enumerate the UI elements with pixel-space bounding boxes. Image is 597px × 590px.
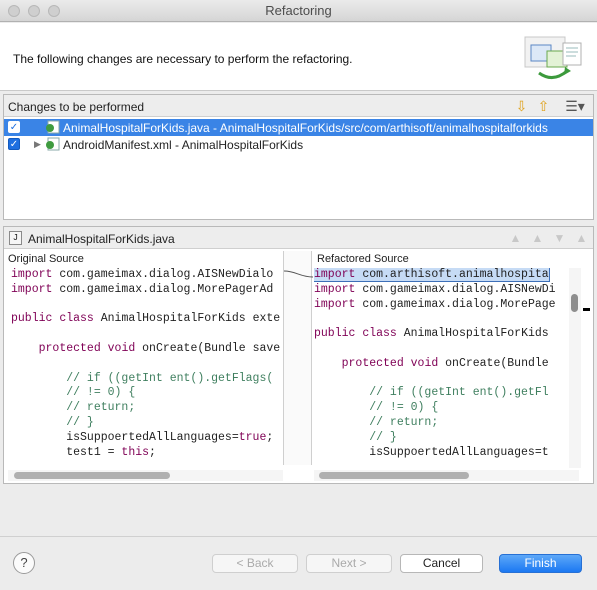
code-line: import com.gameimax.dialog.MorePage [314,297,556,311]
refactored-source-pane[interactable]: import com.arthisoft.animalhospita import… [314,268,568,468]
refactored-source-label: Refactored Source [317,253,409,265]
filter-changes-menu-icon[interactable]: ☰▾ [561,98,589,114]
compare-header: J AnimalHospitalForKids.java ▲ ▲ ▼ ▲ [4,227,593,249]
zoom-window-button[interactable] [48,5,60,17]
finish-button[interactable]: Finish [499,554,582,573]
help-button[interactable]: ? [13,552,35,574]
java-source-file-icon: J [9,231,22,245]
original-source-pane[interactable]: import com.gameimax.dialog.AISNewDialo im… [11,268,283,468]
code-line: public class AnimalHospitalForKids exte [11,312,281,326]
scroll-thumb[interactable] [14,472,170,479]
original-source-label: Original Source [8,253,84,265]
code-line: // return; [11,401,136,415]
close-window-button[interactable] [8,5,20,17]
change-connector-line [284,270,313,278]
copy-current-change-icon: ▲ [531,231,544,245]
change-item-label: AndroidManifest.xml - AnimalHospitalForK… [63,138,304,152]
code-line: protected void onCreate(Bundle [341,356,549,370]
code-line: test1 = this; [11,445,156,459]
code-line: // if ((getInt ent().getFl [314,386,549,400]
java-file-icon [46,120,60,134]
next-button[interactable]: Next > [306,554,392,573]
code-line: public class AnimalHospitalForKids [314,327,549,341]
code-line: isSuppoertedAllLanguages=t [314,445,549,459]
compare-file-name: AnimalHospitalForKids.java [28,232,175,246]
previous-difference-icon: ▲ [575,231,588,245]
change-item-checkbox[interactable]: ✓ [8,138,20,150]
refactoring-wizard-icon [524,36,582,79]
xml-file-icon [46,137,60,151]
change-item-java-file[interactable]: ✓ AnimalHospitalForKids.java - AnimalHos… [4,119,593,136]
back-button[interactable]: < Back [212,554,298,573]
changes-heading: Changes to be performed [8,100,145,114]
code-line: import com.arthisoft.animalhospita [314,268,550,282]
code-line: // } [314,430,397,444]
wizard-message: The following changes are necessary to p… [13,52,353,66]
code-line: // != 0) { [314,401,439,415]
change-item-checkbox[interactable]: ✓ [8,121,20,133]
scroll-thumb[interactable] [571,294,578,312]
scroll-thumb[interactable] [319,472,469,479]
wizard-header: The following changes are necessary to p… [0,23,597,91]
original-horizontal-scrollbar[interactable] [8,470,283,481]
window-title: Refactoring [265,3,332,18]
next-change-arrow-down-icon[interactable]: ⇩ [513,98,530,114]
code-line: // if ((getInt ent().getFlags( [11,371,274,385]
code-line: // } [11,415,94,429]
refactored-vertical-scrollbar[interactable] [569,268,581,468]
title-bar: Refactoring [0,0,597,22]
copy-all-left-icon: ▲ [509,231,522,245]
previous-change-arrow-up-icon[interactable]: ⇧ [535,98,552,114]
code-line: import com.gameimax.dialog.MorePagerAd [11,282,274,296]
cancel-button[interactable]: Cancel [400,554,483,573]
code-line: // != 0) { [11,386,136,400]
refactored-horizontal-scrollbar[interactable] [314,470,579,481]
button-bar-separator [0,536,597,537]
changes-panel-header: Changes to be performed ⇩ ⇧ ☰▾ [4,95,593,117]
code-line: protected void onCreate(Bundle save [38,341,281,355]
minimize-window-button[interactable] [28,5,40,17]
changes-panel: Changes to be performed ⇩ ⇧ ☰▾ ✓ AnimalH… [3,94,594,220]
change-item-manifest[interactable]: ✓ ▶ AndroidManifest.xml - AnimalHospital… [4,136,593,153]
compare-divider [283,251,313,465]
next-difference-icon: ▼ [553,231,566,245]
overview-change-marker[interactable] [583,308,590,311]
compare-panel: J AnimalHospitalForKids.java ▲ ▲ ▼ ▲ Ori… [3,226,594,484]
code-line: import com.gameimax.dialog.AISNewDialo [11,268,274,281]
expand-triangle-icon[interactable]: ▶ [34,139,41,150]
change-item-label: AnimalHospitalForKids.java - AnimalHospi… [63,121,548,135]
code-line: import com.gameimax.dialog.AISNewDi [314,282,556,296]
code-line: isSuppoertedAllLanguages=true; [11,430,274,444]
code-line: // return; [314,415,439,429]
